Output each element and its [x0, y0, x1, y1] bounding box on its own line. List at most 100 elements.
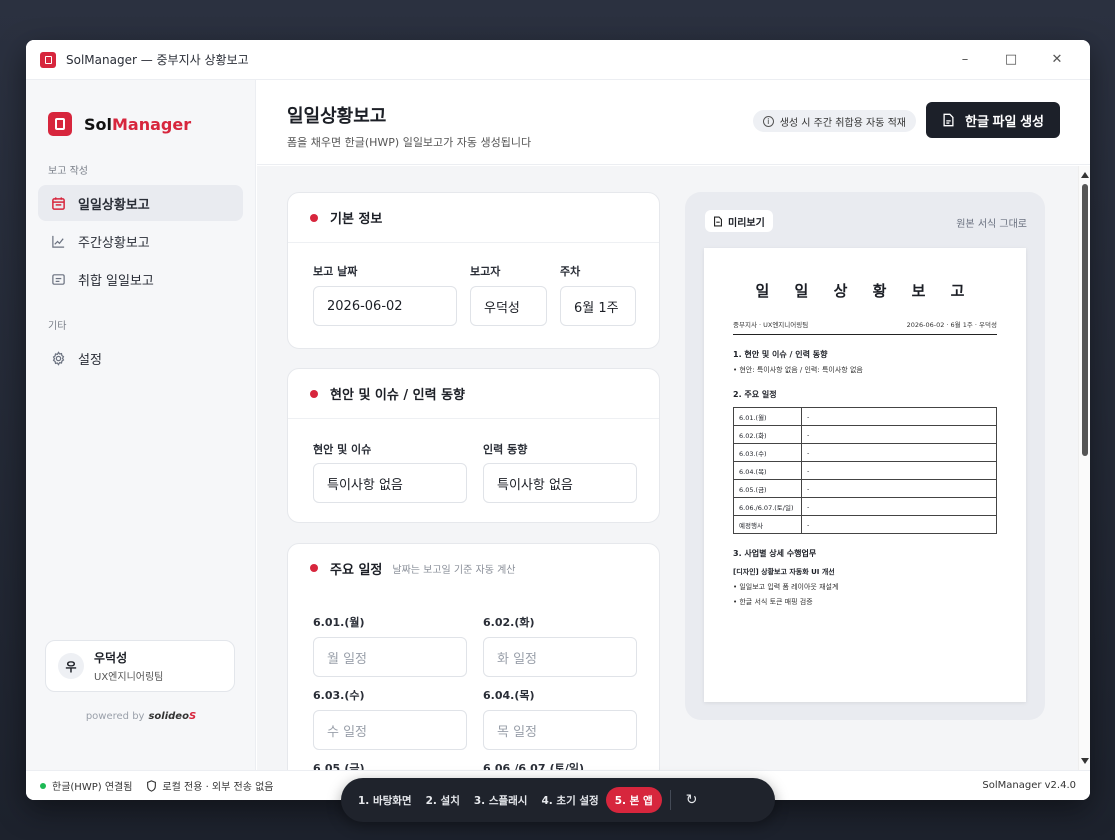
preview-document: 일 일 상 황 보 고 중부지사 · UX엔지니어링팀 2026-06-02 · … [704, 248, 1026, 702]
avatar: 우 [58, 653, 84, 679]
hwp-status: 한글(HWP) 연결됨 [40, 778, 132, 793]
brand: SolManager [26, 80, 255, 144]
table-row: 6.05.(금) - [733, 479, 997, 498]
table-row: 6.01.(월) - [733, 407, 997, 426]
preview-tag: 미리보기 [705, 210, 773, 232]
window-title: SolManager — 중부지사 상황보고 [66, 53, 249, 67]
doc-section-3: 3. 사업별 상세 수행업무 [733, 549, 817, 558]
reporter-label: 보고자 [470, 265, 501, 278]
app-icon [40, 51, 56, 68]
basic-info-card: 기본 정보 보고 날짜 2026-06-02 보고자 우덕성 주차 6월 1주 [287, 192, 660, 349]
sidebar-item-label: 취합 일일보고 [78, 273, 154, 289]
day-label-fri: 6.05.(금) [313, 762, 365, 770]
table-row: 6.06./6.07.(토/일) - [733, 497, 997, 516]
app-version: SolManager v2.4.0 [982, 780, 1076, 791]
refresh-icon[interactable]: ↻ [679, 792, 705, 808]
brand-name: SolManager [84, 114, 192, 134]
day-label-wed: 6.03.(수) [313, 689, 365, 702]
step-main-app[interactable]: 5. 본 앱 [605, 787, 662, 813]
document-icon [943, 113, 954, 127]
date-field[interactable]: 2026-06-02 [313, 286, 457, 326]
shield-icon [147, 779, 157, 792]
doc-line: • 일일보고 입력 폼 레이아웃 재설계 [733, 583, 839, 591]
doc-section-1: 1. 현안 및 이슈 / 인력 동향 [733, 350, 828, 359]
preview-panel: 미리보기 원본 서식 그대로 일 일 상 황 보 고 중부지사 · UX엔지니어… [685, 192, 1045, 720]
generate-hwp-button[interactable]: 한글 파일 생성 [926, 102, 1060, 138]
schedule-input-wed[interactable]: 수 일정 [313, 710, 467, 750]
staff-label: 인력 동향 [483, 443, 528, 456]
brand-logo-icon [48, 112, 72, 136]
gear-icon [50, 350, 66, 366]
issue-label: 현안 및 이슈 [313, 443, 372, 456]
scroll-thumb[interactable] [1082, 184, 1088, 456]
sidebar: SolManager 보고 작성 일일상황보고 주간상황보고 취합 일일보고 기… [26, 80, 256, 770]
chart-icon [50, 233, 66, 249]
minimize-button[interactable]: – [942, 40, 988, 80]
main-content: 기본 정보 보고 날짜 2026-06-02 보고자 우덕성 주차 6월 1주 … [257, 166, 1078, 770]
step-install[interactable]: 2. 설치 [419, 787, 467, 813]
reporter-field[interactable]: 우덕성 [470, 286, 547, 326]
date-label: 보고 날짜 [313, 265, 358, 278]
doc-subsection: [디자인] 상황보고 자동화 UI 개선 [733, 568, 835, 576]
scroll-down-arrow-icon[interactable] [1081, 758, 1089, 764]
doc-title: 일 일 상 황 보 고 [755, 282, 975, 300]
sidebar-item-label: 일일상황보고 [78, 197, 150, 213]
maximize-button[interactable]: □ [988, 40, 1034, 80]
staff-field[interactable]: 특이사항 없음 [483, 463, 637, 503]
card-title: 주요 일정 날짜는 보고일 기준 자동 계산 [288, 544, 659, 592]
doc-line: • 한글 서식 토큰 매핑 검증 [733, 598, 813, 606]
page-header: 일일상황보고 폼을 채우면 한글(HWP) 일일보고가 자동 생성됩니다 i 생… [257, 80, 1090, 165]
day-label-tue: 6.02.(화) [483, 616, 535, 629]
week-label: 주차 [560, 265, 581, 278]
sidebar-item-weekly[interactable]: 주간상황보고 [38, 223, 243, 259]
close-button[interactable]: ✕ [1034, 40, 1080, 80]
week-field[interactable]: 6월 1주 [560, 286, 636, 326]
status-dot-icon [40, 782, 46, 789]
sidebar-item-label: 설정 [78, 352, 102, 368]
day-label-mon: 6.01.(월) [313, 616, 365, 629]
issue-field[interactable]: 특이사항 없음 [313, 463, 467, 503]
info-icon: i [762, 115, 774, 127]
user-name: 우덕성 [94, 651, 128, 665]
table-row: 6.02.(화) - [733, 425, 997, 444]
table-row: 6.03.(수) - [733, 443, 997, 462]
step-desktop[interactable]: 1. 바탕화면 [351, 787, 419, 813]
powered-by: powered by solideoS [85, 711, 197, 722]
schedule-input-thu[interactable]: 목 일정 [483, 710, 637, 750]
doc-meta: 중부지사 · UX엔지니어링팀 2026-06-02 · 6월 1주 · 우덕성 [733, 319, 997, 335]
preview-note: 원본 서식 그대로 [956, 219, 1027, 230]
step-initial-setup[interactable]: 4. 초기 설정 [534, 787, 605, 813]
inbox-icon [50, 271, 66, 287]
scroll-up-arrow-icon[interactable] [1081, 172, 1089, 178]
doc-schedule-table: 6.01.(월) - 6.02.(화) - 6.03.(수) - 6.04.(목) - … [733, 407, 997, 534]
auto-load-badge: i 생성 시 주간 취합용 자동 적재 [752, 110, 916, 132]
issues-card: 현안 및 이슈 / 인력 동향 현안 및 이슈 특이사항 없음 인력 동향 특이… [287, 368, 660, 523]
sidebar-item-merged[interactable]: 취합 일일보고 [38, 261, 243, 297]
schedule-input-tue[interactable]: 화 일정 [483, 637, 637, 677]
schedule-card: 주요 일정 날짜는 보고일 기준 자동 계산 6.01.(월) 월 일정 6.02… [287, 543, 660, 770]
schedule-hint: 날짜는 보고일 기준 자동 계산 [392, 564, 516, 576]
document-icon [714, 215, 722, 227]
section-label-etc: 기타 [48, 321, 67, 332]
schedule-input-mon[interactable]: 월 일정 [313, 637, 467, 677]
calendar-icon [50, 195, 66, 211]
title-bar: SolManager — 중부지사 상황보고 – □ ✕ [26, 40, 1090, 80]
user-card[interactable]: 우 우덕성 UX엔지니어링팀 [45, 640, 235, 692]
divider [669, 790, 671, 810]
sidebar-item-daily[interactable]: 일일상황보고 [38, 185, 243, 221]
card-title: 현안 및 이슈 / 인력 동향 [288, 369, 659, 419]
main-scrollbar[interactable] [1078, 166, 1090, 770]
section-label-report: 보고 작성 [48, 166, 88, 177]
table-row: 6.04.(목) - [733, 461, 997, 480]
sidebar-item-label: 주간상황보고 [78, 235, 150, 251]
day-label-weekend: 6.06./6.07.(토/일) [483, 762, 584, 770]
app-window: SolManager — 중부지사 상황보고 – □ ✕ SolManager … [26, 40, 1090, 800]
step-navigator: 1. 바탕화면 2. 설치 3. 스플래시 4. 초기 설정 5. 본 앱 ↻ [341, 778, 775, 822]
doc-line: • 현안: 특이사항 없음 / 인력: 특이사항 없음 [733, 366, 863, 374]
sidebar-item-settings[interactable]: 설정 [38, 340, 243, 376]
doc-section-2: 2. 주요 일정 [733, 390, 777, 399]
user-team: UX엔지니어링팀 [94, 672, 164, 683]
card-title: 기본 정보 [288, 193, 659, 243]
privacy-status: 로컬 전용 · 외부 전송 없음 [146, 778, 274, 793]
step-splash[interactable]: 3. 스플래시 [467, 787, 535, 813]
